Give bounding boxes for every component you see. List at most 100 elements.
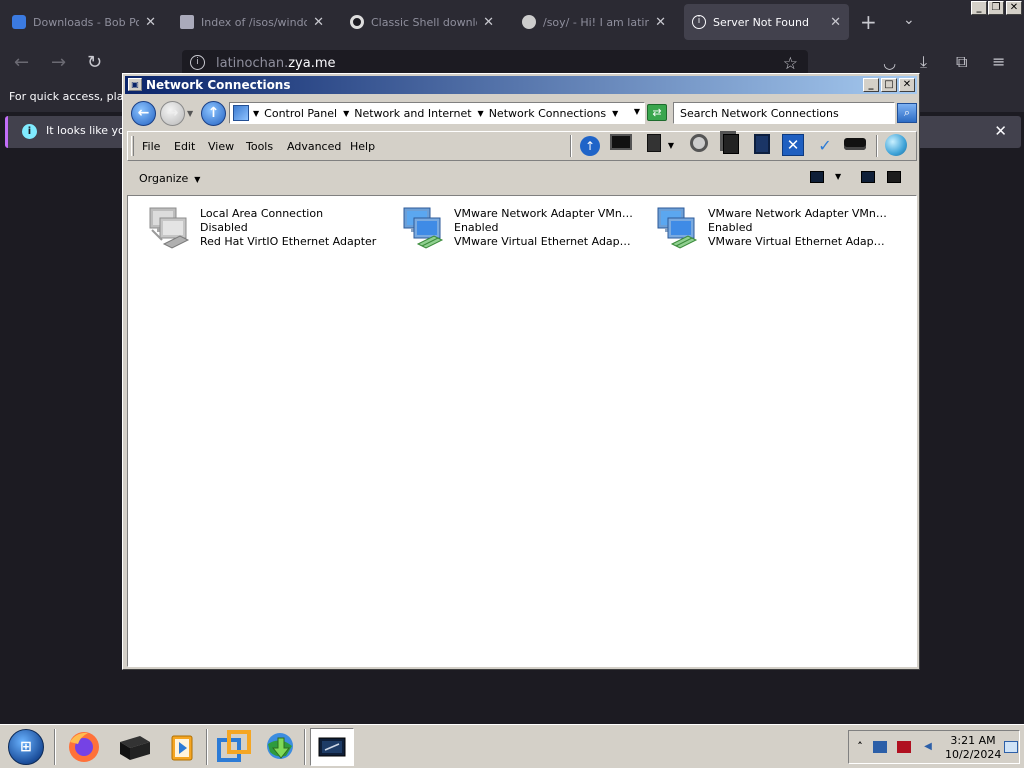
browser-tab-active[interactable]: i Server Not Found ✕ bbox=[684, 4, 849, 40]
drive-icon[interactable] bbox=[842, 134, 868, 158]
window-maximize-button[interactable]: □ bbox=[881, 78, 897, 92]
close-tab-icon[interactable]: ✕ bbox=[655, 15, 666, 30]
network-diagnose-icon[interactable] bbox=[686, 134, 712, 158]
media-player-icon bbox=[171, 735, 193, 761]
window-close-button[interactable]: ✕ bbox=[899, 78, 915, 92]
menu-advanced[interactable]: Advanced bbox=[287, 140, 341, 153]
close-tab-icon[interactable]: ✕ bbox=[830, 15, 841, 30]
bookmark-star-icon[interactable]: ☆ bbox=[783, 54, 798, 74]
breadcrumb[interactable]: ▼ Control Panel ▼ Network and Internet ▼… bbox=[229, 102, 645, 124]
list-item[interactable]: Local Area Connection Disabled Red Hat V… bbox=[132, 204, 382, 254]
chevron-down-icon[interactable]: ▼ bbox=[665, 134, 677, 158]
document-icon[interactable] bbox=[749, 134, 775, 158]
url-text[interactable]: latinochan.zya.me bbox=[216, 56, 336, 71]
window-title-bar[interactable]: ▣ Network Connections _ □ ✕ bbox=[125, 76, 917, 94]
breadcrumb-network-connections[interactable]: Network Connections bbox=[489, 107, 606, 120]
window-minimize-button[interactable]: _ bbox=[863, 78, 879, 92]
back-arrow-icon[interactable]: ← bbox=[14, 52, 29, 73]
clock-time: 3:21 AM bbox=[950, 734, 996, 747]
speaker-icon[interactable]: ◀ bbox=[921, 741, 935, 753]
server-icon[interactable] bbox=[641, 134, 667, 158]
menu-tools[interactable]: Tools bbox=[246, 140, 273, 153]
up-button[interactable]: ↑ bbox=[201, 101, 226, 126]
copy-icon[interactable] bbox=[718, 134, 744, 158]
window-view-icon[interactable] bbox=[608, 134, 634, 158]
app-tray-icon[interactable] bbox=[897, 741, 911, 753]
window-app-icon: ▣ bbox=[128, 78, 142, 91]
connection-name: Local Area Connection bbox=[200, 207, 324, 220]
taskbar-firefox[interactable] bbox=[62, 728, 106, 766]
network-tray-icon[interactable] bbox=[873, 741, 887, 753]
checkmark-icon[interactable]: ✓ bbox=[812, 134, 838, 158]
site-favicon-icon bbox=[180, 15, 194, 29]
address-history-dropdown-icon[interactable]: ▼ bbox=[634, 107, 640, 116]
control-panel-icon bbox=[233, 105, 249, 121]
menu-help[interactable]: Help bbox=[350, 140, 375, 153]
close-tab-icon[interactable]: ✕ bbox=[313, 15, 324, 30]
refresh-button[interactable]: ⇄ bbox=[647, 104, 667, 121]
vmware-icon bbox=[217, 730, 251, 762]
browser-tab[interactable]: Downloads - Bob Pony ✕ bbox=[4, 4, 164, 40]
site-info-icon[interactable]: i bbox=[190, 55, 205, 70]
show-hidden-icons-icon[interactable]: ˄ bbox=[853, 741, 867, 753]
help-icon[interactable] bbox=[887, 171, 901, 183]
browser-tab[interactable]: Classic Shell download ✕ bbox=[342, 4, 502, 40]
chevron-down-icon[interactable]: ▼ bbox=[612, 109, 618, 118]
restore-button[interactable]: ❐ bbox=[988, 1, 1004, 15]
search-input[interactable]: Search Network Connections bbox=[673, 102, 895, 124]
preview-pane-icon[interactable] bbox=[861, 171, 875, 183]
taskbar-vmware[interactable] bbox=[212, 728, 256, 766]
breadcrumb-network-internet[interactable]: Network and Internet bbox=[354, 107, 471, 120]
clock[interactable]: 3:21 AM 10/2/2024 bbox=[945, 734, 1001, 762]
taskbar: ⊞ ˄ ◀ 3:21 AM 10/2/2024 bbox=[0, 724, 1024, 768]
organize-button[interactable]: Organize ▼ bbox=[139, 172, 200, 185]
list-item[interactable]: VMware Network Adapter VMnet1 Enabled VM… bbox=[386, 204, 636, 254]
menu-edit[interactable]: Edit bbox=[174, 140, 195, 153]
chevron-down-icon[interactable]: ▼ bbox=[835, 172, 841, 181]
internet-globe-icon[interactable] bbox=[883, 134, 909, 158]
taskbar-app[interactable] bbox=[112, 728, 156, 766]
back-button[interactable]: ← bbox=[131, 101, 156, 126]
browser-tab[interactable]: Index of /isos/windows/ ✕ bbox=[172, 4, 332, 40]
chevron-down-icon[interactable]: ▼ bbox=[253, 109, 259, 118]
upload-icon[interactable]: ↑ bbox=[577, 134, 603, 158]
hamburger-menu-icon[interactable]: ≡ bbox=[992, 52, 1005, 71]
chevron-down-icon: ▼ bbox=[194, 175, 201, 184]
tab-title: Index of /isos/windows/ bbox=[201, 15, 308, 29]
taskbar-media-player[interactable] bbox=[160, 728, 204, 766]
recent-pages-dropdown-icon[interactable]: ▼ bbox=[187, 109, 193, 118]
menu-view[interactable]: View bbox=[208, 140, 234, 153]
menu-file[interactable]: File bbox=[142, 140, 160, 153]
forward-arrow-icon[interactable]: → bbox=[51, 52, 66, 73]
taskbar-separator bbox=[206, 729, 208, 765]
minimize-button[interactable]: _ bbox=[971, 1, 987, 15]
new-tab-icon[interactable]: + bbox=[860, 10, 877, 34]
download-icon[interactable]: ⤓ bbox=[920, 52, 927, 72]
show-desktop-icon[interactable] bbox=[1004, 741, 1018, 753]
breadcrumb-control-panel[interactable]: Control Panel bbox=[264, 107, 337, 120]
chevron-down-icon[interactable]: ▼ bbox=[478, 109, 484, 118]
search-button[interactable]: ⌕ bbox=[897, 103, 917, 123]
list-item[interactable]: VMware Network Adapter VMnet8 Enabled VM… bbox=[640, 204, 890, 254]
taskbar-download-manager[interactable] bbox=[258, 728, 302, 766]
chevron-down-icon[interactable]: ▼ bbox=[343, 109, 349, 118]
close-tab-icon[interactable]: ✕ bbox=[483, 15, 494, 30]
menu-toolbar: File Edit View Tools Advanced Help ↑ ▼ ✕… bbox=[127, 131, 917, 161]
close-tab-icon[interactable]: ✕ bbox=[145, 15, 156, 30]
delete-icon[interactable]: ✕ bbox=[780, 134, 806, 158]
connection-device: VMware Virtual Ethernet Adapter for... bbox=[708, 235, 888, 248]
taskbar-network-connections[interactable] bbox=[310, 728, 354, 766]
toolbar-grip[interactable] bbox=[131, 136, 134, 156]
close-button[interactable]: ✕ bbox=[1006, 1, 1022, 15]
extensions-icon[interactable]: ⧉ bbox=[956, 52, 967, 72]
view-icon[interactable] bbox=[810, 171, 824, 183]
browser-tab-bar: Downloads - Bob Pony ✕ Index of /isos/wi… bbox=[0, 0, 1024, 44]
start-button[interactable]: ⊞ bbox=[8, 729, 44, 765]
reload-icon[interactable]: ↻ bbox=[87, 52, 102, 73]
close-icon[interactable]: ✕ bbox=[994, 122, 1007, 140]
list-all-tabs-icon[interactable]: ⌄ bbox=[903, 12, 915, 28]
browser-tab[interactable]: /soy/ - Hi! I am latino ✕ bbox=[514, 4, 674, 40]
forward-button[interactable]: → bbox=[160, 101, 185, 126]
pocket-icon[interactable]: ◡ bbox=[883, 54, 896, 72]
firefox-icon bbox=[69, 732, 99, 762]
